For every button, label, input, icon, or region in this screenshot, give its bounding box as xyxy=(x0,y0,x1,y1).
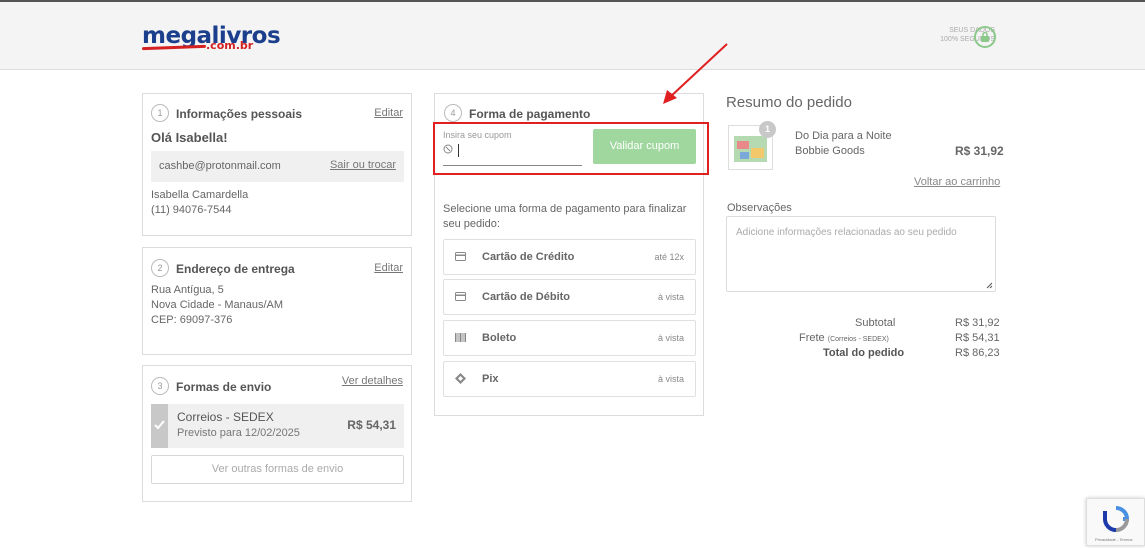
step-number-4: 4 xyxy=(444,104,462,122)
cover-detail-3 xyxy=(740,152,749,159)
recaptcha-icon xyxy=(1103,506,1130,532)
notes-textarea[interactable]: Adicione informações relacionadas ao seu… xyxy=(726,216,996,292)
payment-option-pix[interactable]: Pix à vista xyxy=(443,361,696,397)
payment-option-label: Cartão de Crédito xyxy=(482,251,575,263)
email-value: cashbe@protonmail.com xyxy=(159,160,281,172)
payment-option-aux: à vista xyxy=(657,333,684,343)
payment-option-boleto[interactable]: Boleto à vista xyxy=(443,320,696,356)
other-shipping-button[interactable]: Ver outras formas de envio xyxy=(151,455,404,484)
edit-address-link[interactable]: Editar xyxy=(374,262,403,274)
check-icon xyxy=(154,420,165,430)
payment-option-label: Boleto xyxy=(482,332,517,344)
step-number-3: 3 xyxy=(151,377,169,395)
shipping-option-price: R$ 54,31 xyxy=(347,418,396,432)
notes-placeholder: Adicione informações relacionadas ao seu… xyxy=(736,227,957,238)
item-name: Do Dia para a Noite xyxy=(795,130,892,142)
shipping-option-selected[interactable]: Correios - SEDEX Previsto para 12/02/202… xyxy=(151,404,404,448)
payment-option-aux: até 12x xyxy=(654,252,684,262)
step-number-2: 2 xyxy=(151,259,169,277)
cover-detail-1 xyxy=(737,141,749,149)
email-box: cashbe@protonmail.com Sair ou trocar xyxy=(151,151,404,182)
freight-label: Frete xyxy=(799,332,825,344)
address-line-1: Rua Antígua, 5 xyxy=(151,284,224,296)
total-value: R$ 86,23 xyxy=(955,347,1000,359)
personal-info-title: Informações pessoais xyxy=(176,107,303,121)
freight-label-group: Frete (Correios - SEDEX) xyxy=(799,331,889,347)
pix-icon xyxy=(455,373,466,384)
item-quantity-badge: 1 xyxy=(759,121,776,138)
debit-card-icon xyxy=(455,292,466,301)
coupon-highlight-box xyxy=(433,122,709,175)
step-number-1: 1 xyxy=(151,104,169,122)
total-label: Total do pedido xyxy=(823,347,905,359)
book-cover-art xyxy=(734,136,767,162)
barcode-icon xyxy=(455,333,466,342)
item-author: Bobbie Goods xyxy=(795,145,865,157)
address-line-3: CEP: 69097-376 xyxy=(151,314,233,326)
edit-personal-link[interactable]: Editar xyxy=(374,107,403,119)
site-header: megalivros .com.br SEUS DADOS 100% SEGUR… xyxy=(0,2,1145,70)
subtotal-label: Subtotal xyxy=(855,317,896,329)
recaptcha-badge[interactable]: Privacidade - Termos xyxy=(1086,498,1145,546)
customer-phone: (11) 94076-7544 xyxy=(151,204,232,216)
shipping-card: 3 Formas de envio Ver detalhes Correios … xyxy=(142,365,412,502)
back-to-cart-link[interactable]: Voltar ao carrinho xyxy=(914,176,1000,188)
address-line-2: Nova Cidade - Manaus/AM xyxy=(151,299,284,311)
payment-option-aux: à vista xyxy=(657,292,684,302)
credit-card-icon xyxy=(455,252,466,261)
shipping-option-name: Correios - SEDEX xyxy=(177,410,274,424)
payment-option-debit[interactable]: Cartão de Débito à vista xyxy=(443,279,696,315)
summary-title: Resumo do pedido xyxy=(726,94,852,111)
personal-info-card: 1 Informações pessoais Editar Olá Isabel… xyxy=(142,93,412,236)
payment-option-credit[interactable]: Cartão de Crédito até 12x xyxy=(443,239,696,275)
delivery-address-card: 2 Endereço de entrega Editar Rua Antígua… xyxy=(142,247,412,355)
megalivros-logo[interactable]: megalivros .com.br xyxy=(141,24,281,54)
lock-icon xyxy=(974,26,996,48)
freight-value: R$ 54,31 xyxy=(955,332,1000,344)
recaptcha-privacy-text[interactable]: Privacidade - Termos xyxy=(1095,537,1133,542)
shipping-option-eta: Previsto para 12/02/2025 xyxy=(177,427,300,439)
resize-handle-icon[interactable] xyxy=(986,282,993,289)
shipping-title: Formas de envio xyxy=(176,380,272,394)
payment-option-aux: à vista xyxy=(657,374,684,384)
subtotal-value: R$ 31,92 xyxy=(955,317,1000,329)
greeting: Olá Isabella! xyxy=(151,130,228,145)
selected-indicator xyxy=(151,404,168,448)
item-price: R$ 31,92 xyxy=(955,144,1004,158)
cover-detail-2 xyxy=(751,148,764,158)
payment-option-label: Pix xyxy=(482,373,499,385)
customer-name: Isabella Camardella xyxy=(151,189,249,201)
delivery-address-title: Endereço de entrega xyxy=(176,262,295,276)
logo-sub-text: .com.br xyxy=(206,39,254,52)
logout-link[interactable]: Sair ou trocar xyxy=(330,159,396,171)
annotation-arrow-icon xyxy=(663,43,728,104)
freight-detail: (Correios - SEDEX) xyxy=(827,336,889,343)
shipping-details-link[interactable]: Ver detalhes xyxy=(342,375,403,387)
notes-label: Observações xyxy=(727,202,792,214)
payment-option-label: Cartão de Débito xyxy=(482,291,571,303)
payment-title: Forma de pagamento xyxy=(469,107,591,121)
payment-instructions: Selecione uma forma de pagamento para fi… xyxy=(443,203,687,230)
